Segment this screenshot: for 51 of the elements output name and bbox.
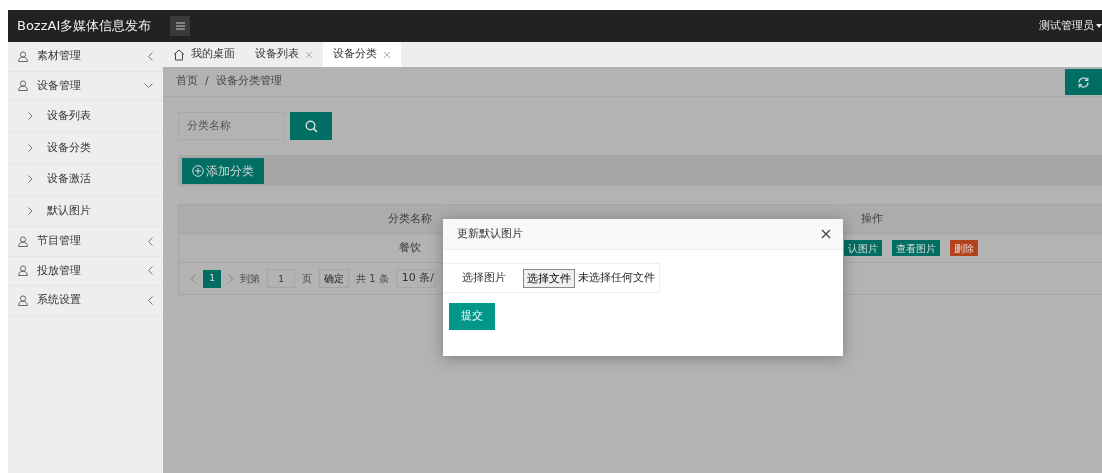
- next-page-icon: [228, 273, 233, 284]
- dialog-title: 更新默认图片: [457, 225, 523, 242]
- chevron-right-icon: [28, 206, 33, 215]
- search-button[interactable]: [290, 112, 332, 140]
- table-cell-text: 餐饮: [398, 239, 422, 256]
- action-button[interactable]: 删除: [950, 240, 978, 256]
- submit-button[interactable]: 提交: [449, 303, 495, 330]
- user-icon: [18, 80, 28, 92]
- menu-icon: [175, 22, 185, 30]
- field-label: 选择图片: [461, 269, 507, 286]
- breadcrumb-item[interactable]: 设备分类管理: [215, 73, 282, 90]
- caret-icon: [1096, 24, 1102, 28]
- app-title: BozzAI多媒体信息发布: [17, 17, 153, 36]
- breadcrumb-separator: /: [205, 73, 209, 90]
- prev-page-icon: [191, 273, 196, 284]
- home-icon: [173, 48, 185, 61]
- page-size-select[interactable]: 10 条/: [395, 269, 436, 288]
- file-status: 未选择任何文件: [578, 269, 655, 286]
- close-icon: [383, 50, 391, 59]
- total-count: 共 1 条: [356, 272, 389, 286]
- action-button[interactable]: 查看图片: [892, 240, 940, 256]
- user-icon: [18, 50, 28, 62]
- refresh-icon: [1077, 75, 1090, 89]
- breadcrumb-item[interactable]: 首页: [176, 73, 198, 90]
- refresh-button[interactable]: [1065, 69, 1102, 95]
- search-field[interactable]: 分类名称: [178, 112, 285, 140]
- page-button[interactable]: 1: [203, 269, 221, 288]
- user-icon: [18, 294, 28, 306]
- plus-circle-icon: [192, 164, 204, 177]
- choose-file-button[interactable]: 选择文件: [523, 268, 575, 288]
- close-button[interactable]: [821, 229, 831, 239]
- tab[interactable]: 设备分类: [323, 42, 401, 67]
- chevron-right-icon: [28, 175, 33, 184]
- page-unit: 页: [302, 272, 312, 286]
- chevron-right-icon: [28, 112, 33, 121]
- search-icon: [304, 119, 318, 133]
- chevron-right-icon: [28, 143, 33, 152]
- close-icon: [305, 50, 313, 59]
- close-icon: [821, 229, 831, 239]
- confirm-button[interactable]: 确定: [319, 269, 349, 288]
- tab[interactable]: 设备列表: [245, 42, 323, 67]
- user-icon: [18, 235, 28, 247]
- add-category-button[interactable]: 添加分类: [182, 157, 264, 184]
- user-menu[interactable]: 测试管理员: [1039, 17, 1102, 35]
- column-header: 操作: [859, 210, 884, 227]
- user-icon: [18, 265, 28, 277]
- action-button[interactable]: 认图片: [844, 240, 882, 256]
- menu-button[interactable]: [170, 16, 190, 36]
- tab[interactable]: 我的桌面: [163, 42, 245, 67]
- goto-label: 到第: [240, 272, 260, 286]
- page-input[interactable]: 1: [267, 269, 295, 288]
